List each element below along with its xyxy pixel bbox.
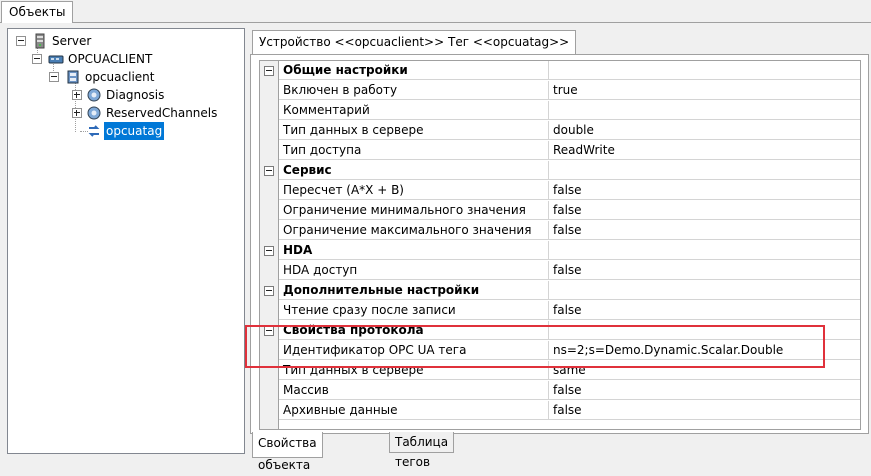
tree-node-label: ReservedChannels bbox=[106, 106, 218, 120]
properties-frame: Общие настройки Включен в работу true Комме… bbox=[250, 54, 869, 434]
tag-group-icon bbox=[86, 87, 102, 103]
property-category[interactable]: Общие настройки bbox=[260, 61, 860, 81]
category-value-cell bbox=[549, 241, 860, 260]
property-value[interactable] bbox=[549, 101, 860, 120]
server-icon bbox=[32, 33, 48, 49]
tree-node-label: opcuaclient bbox=[85, 70, 155, 84]
collapse-category-toggle[interactable] bbox=[264, 246, 274, 256]
category-value-cell bbox=[549, 281, 860, 300]
network-driver-icon bbox=[48, 51, 64, 67]
property-row[interactable]: Чтение сразу после записи false bbox=[260, 301, 860, 321]
row-gutter bbox=[260, 141, 279, 161]
property-value[interactable]: false bbox=[549, 381, 860, 400]
property-row[interactable]: HDA доступ false bbox=[260, 261, 860, 281]
category-label: HDA bbox=[279, 241, 549, 260]
property-name: Включен в работу bbox=[279, 81, 549, 100]
row-gutter bbox=[260, 301, 279, 321]
property-value[interactable]: ReadWrite bbox=[549, 141, 860, 160]
property-category[interactable]: HDA bbox=[260, 241, 860, 261]
tree-node-label: opcuatag bbox=[104, 122, 165, 140]
object-tree[interactable]: Server OPCUACLIENT opcuaclient Diagnosis… bbox=[7, 28, 245, 454]
property-name: Ограничение минимального значения bbox=[279, 201, 549, 220]
collapse-toggle[interactable] bbox=[16, 36, 26, 46]
device-icon bbox=[65, 69, 81, 85]
row-gutter bbox=[260, 381, 279, 401]
row-gutter bbox=[260, 81, 279, 101]
top-tabbar-divider bbox=[0, 22, 871, 23]
tab-object-properties[interactable]: Свойства объекта bbox=[252, 432, 323, 472]
collapse-category-toggle[interactable] bbox=[264, 286, 274, 296]
property-value[interactable]: false bbox=[549, 221, 860, 240]
property-name: Архивные данные bbox=[279, 401, 549, 420]
collapse-category-toggle[interactable] bbox=[264, 66, 274, 76]
row-gutter bbox=[260, 201, 279, 221]
category-label: Сервис bbox=[279, 161, 549, 180]
category-label: Дополнительные настройки bbox=[279, 281, 549, 300]
property-row[interactable]: Архивные данные false bbox=[260, 401, 860, 421]
property-row[interactable]: Включен в работу true bbox=[260, 81, 860, 101]
tag-group-icon bbox=[86, 105, 102, 121]
panel-splitter[interactable] bbox=[245, 26, 249, 458]
property-row[interactable]: Пересчет (A*X + B) false bbox=[260, 181, 860, 201]
row-gutter bbox=[260, 401, 279, 421]
property-value[interactable]: double bbox=[549, 121, 860, 140]
property-name: Чтение сразу после записи bbox=[279, 301, 549, 320]
property-value[interactable]: false bbox=[549, 261, 860, 280]
property-value[interactable]: false bbox=[549, 181, 860, 200]
row-gutter bbox=[260, 121, 279, 141]
tree-node-label: Server bbox=[52, 34, 92, 48]
properties-panel: Устройство <<opcuaclient>> Тег <<opcuata… bbox=[250, 28, 869, 458]
collapse-toggle[interactable] bbox=[32, 54, 42, 64]
property-category[interactable]: Дополнительные настройки bbox=[260, 281, 860, 301]
row-gutter bbox=[260, 241, 279, 261]
property-name: Пересчет (A*X + B) bbox=[279, 181, 549, 200]
property-row[interactable]: Ограничение минимального значения false bbox=[260, 201, 860, 221]
expand-toggle[interactable] bbox=[72, 90, 82, 100]
collapse-toggle[interactable] bbox=[49, 72, 59, 82]
property-value[interactable]: false bbox=[549, 401, 860, 420]
property-name: Тип данных в сервере bbox=[279, 121, 549, 140]
category-value-cell bbox=[549, 161, 860, 180]
property-grid[interactable]: Общие настройки Включен в работу true Комме… bbox=[259, 60, 861, 430]
property-name: Комментарий bbox=[279, 101, 549, 120]
property-value[interactable]: true bbox=[549, 81, 860, 100]
top-tabbar: Объекты bbox=[0, 0, 871, 24]
property-row[interactable]: Тип доступа ReadWrite bbox=[260, 141, 860, 161]
tree-node-label: OPCUACLIENT bbox=[68, 52, 153, 66]
property-name: HDA доступ bbox=[279, 261, 549, 280]
property-category[interactable]: Сервис bbox=[260, 161, 860, 181]
row-gutter bbox=[260, 261, 279, 281]
property-row[interactable]: Комментарий bbox=[260, 101, 860, 121]
row-gutter bbox=[260, 101, 279, 121]
category-value-cell bbox=[549, 61, 860, 80]
property-name: Тип доступа bbox=[279, 141, 549, 160]
row-gutter bbox=[260, 161, 279, 181]
tag-icon bbox=[86, 123, 102, 139]
property-row[interactable]: Тип данных в сервере double bbox=[260, 121, 860, 141]
property-row[interactable]: Массив false bbox=[260, 381, 860, 401]
highlight-annotation bbox=[245, 325, 825, 368]
property-value[interactable]: false bbox=[549, 201, 860, 220]
tree-node-label: Diagnosis bbox=[106, 88, 165, 102]
property-value[interactable]: false bbox=[549, 301, 860, 320]
property-name: Массив bbox=[279, 381, 549, 400]
collapse-category-toggle[interactable] bbox=[264, 166, 274, 176]
row-gutter bbox=[260, 281, 279, 301]
property-row[interactable]: Ограничение максимального значения false bbox=[260, 221, 860, 241]
property-name: Ограничение максимального значения bbox=[279, 221, 549, 240]
tab-device-tag[interactable]: Устройство <<opcuaclient>> Тег <<opcuata… bbox=[252, 30, 577, 54]
row-gutter bbox=[260, 181, 279, 201]
row-gutter bbox=[260, 221, 279, 241]
row-gutter bbox=[260, 61, 279, 81]
tab-tags-table[interactable]: Таблица тегов bbox=[389, 432, 455, 469]
expand-toggle[interactable] bbox=[72, 108, 82, 118]
tab-objects[interactable]: Объекты bbox=[1, 1, 74, 23]
category-label: Общие настройки bbox=[279, 61, 549, 80]
